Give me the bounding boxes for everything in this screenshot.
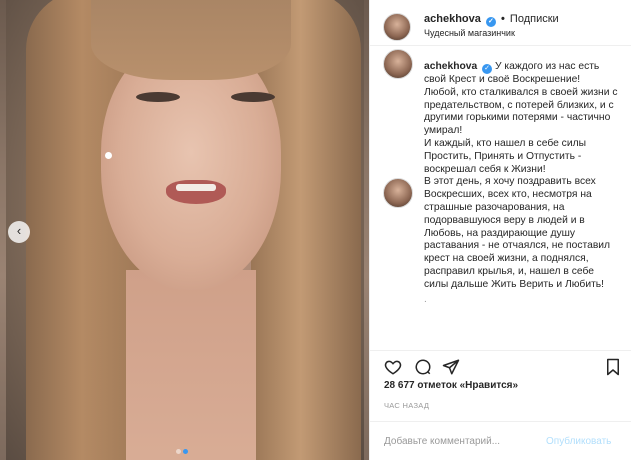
caption-part2: В этот день, я хочу поздравить всех Воск…: [424, 176, 613, 290]
caption-username[interactable]: achekhova: [424, 61, 477, 72]
post-photo: [6, 0, 364, 460]
separator-dot: •: [501, 13, 505, 25]
heart-icon[interactable]: [384, 358, 402, 376]
share-icon[interactable]: [442, 358, 460, 376]
location-link[interactable]: Чудесный магазинчик: [424, 28, 515, 38]
carousel-prev-button[interactable]: ‹: [8, 221, 30, 243]
caption-ellipsis: .: [424, 293, 427, 305]
caption-block-continued: В этот день, я хочу поздравить всех Воск…: [370, 176, 631, 291]
photo-neck: [126, 270, 256, 460]
chevron-left-icon: ‹: [16, 223, 22, 238]
avatar[interactable]: [383, 13, 411, 41]
caption-block: achekhova ✓ У каждого из нас есть свой К…: [370, 47, 631, 176]
bookmark-icon[interactable]: [604, 358, 622, 376]
verified-badge-icon: ✓: [482, 64, 493, 74]
follow-button[interactable]: Подписки: [510, 13, 559, 25]
username-link[interactable]: achekhova: [424, 13, 481, 25]
add-comment-bar: Опубликовать: [370, 421, 631, 460]
post-media[interactable]: ‹: [0, 0, 369, 460]
verified-badge-icon: ✓: [485, 17, 496, 27]
comment-input[interactable]: [384, 433, 544, 449]
header-user-line: achekhova ✓ • Подписки: [424, 13, 559, 27]
post-header: achekhova ✓ • Подписки Чудесный магазинч…: [370, 0, 631, 46]
comment-icon[interactable]: [414, 358, 432, 376]
caption-text: achekhova ✓ У каждого из нас есть свой К…: [424, 61, 618, 176]
photo-earring: [105, 152, 112, 159]
caption-part1: У каждого из нас есть свой Крест и своё …: [424, 61, 618, 175]
post-side-panel: achekhova ✓ • Подписки Чудесный магазинч…: [369, 0, 631, 460]
photo-mouth: [166, 180, 226, 204]
carousel-dot-active: [183, 449, 188, 454]
post-timestamp[interactable]: ЧАС НАЗАД: [384, 401, 429, 410]
photo-eye-right: [231, 92, 275, 102]
carousel-indicator: [175, 445, 189, 457]
action-bar: [370, 350, 631, 378]
caption-area: achekhova ✓ У каждого из нас есть свой К…: [370, 47, 631, 347]
avatar[interactable]: [383, 178, 413, 209]
avatar[interactable]: [383, 49, 413, 79]
publish-button[interactable]: Опубликовать: [546, 436, 611, 447]
likes-count[interactable]: 28 677 отметок «Нравится»: [384, 380, 518, 391]
photo-eye-left: [136, 92, 180, 102]
carousel-dot: [176, 449, 181, 454]
photo-bangs: [91, 0, 291, 80]
